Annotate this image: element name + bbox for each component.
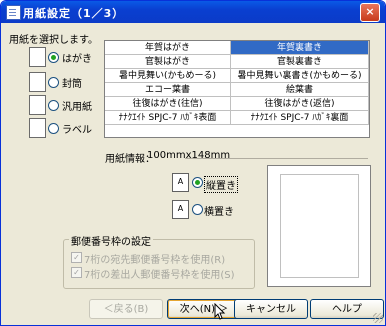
landscape-orientation-icon: A bbox=[172, 200, 189, 219]
orientation-label: 横置き bbox=[204, 207, 234, 218]
paper-info-divider bbox=[185, 158, 368, 159]
next-button[interactable]: 次へ(N) ＞ bbox=[167, 299, 241, 319]
recipient-postal-label: 7桁の宛先郵便番号枠を使用(R) bbox=[84, 255, 226, 266]
window-title: 用紙設定（1／3） bbox=[23, 7, 125, 20]
close-button[interactable]: × bbox=[360, 3, 380, 22]
plain-paper-icon bbox=[29, 95, 46, 115]
label-sheet-icon bbox=[29, 118, 46, 138]
paper-list-grid: 年賀はがき 年賀裏書き 官製はがき 官製裏書き 暑中見舞い(かもめーる) 暑中見… bbox=[104, 40, 370, 138]
sender-postal-checkbox[interactable]: ✓ bbox=[71, 267, 82, 278]
grid-cell[interactable]: 暑中見舞い(かもめーる) bbox=[105, 69, 231, 83]
postcard-icon bbox=[29, 47, 46, 67]
postal-code-group-title: 郵便番号枠の設定 bbox=[69, 233, 153, 248]
paper-setup-dialog: 用紙設定（1／3） × 用紙を選択します。 はがき 封筒 汎用紙 ラベル 年賀は… bbox=[0, 0, 386, 326]
paper-type-label: はがき bbox=[62, 54, 92, 65]
title-bar[interactable]: 用紙設定（1／3） × bbox=[1, 1, 385, 23]
grid-cell[interactable]: エコー葉書 bbox=[105, 83, 231, 97]
grid-cell[interactable]: 官製裏書き bbox=[231, 55, 369, 69]
radio-landscape[interactable] bbox=[192, 204, 203, 215]
grid-cell[interactable]: 年賀はがき bbox=[105, 41, 231, 55]
document-icon bbox=[6, 5, 21, 20]
mouse-cursor-icon bbox=[214, 303, 226, 320]
back-button[interactable]: ＜戻る(B) bbox=[89, 299, 163, 319]
envelope-icon bbox=[29, 72, 46, 92]
radio-portrait[interactable] bbox=[192, 177, 203, 188]
grid-cell[interactable]: 暑中見舞い裏書き(かもめーる) bbox=[231, 69, 369, 83]
paper-select-heading: 用紙を選択します。 bbox=[9, 35, 98, 46]
radio-label[interactable] bbox=[48, 123, 59, 134]
radio-plain-paper[interactable] bbox=[48, 100, 59, 111]
sender-postal-label: 7桁の差出人郵便番号枠を使用(S) bbox=[84, 270, 235, 281]
radio-postcard[interactable] bbox=[48, 52, 59, 63]
cancel-button[interactable]: キャンセル bbox=[234, 299, 308, 319]
recipient-postal-checkbox[interactable]: ✓ bbox=[71, 252, 82, 263]
paper-type-label: 汎用紙 bbox=[62, 102, 92, 113]
grid-cell[interactable]: 往復はがき(往信) bbox=[105, 97, 231, 111]
paper-type-label: ラベル bbox=[62, 125, 92, 136]
portrait-orientation-icon: A bbox=[172, 173, 189, 192]
radio-envelope[interactable] bbox=[48, 77, 59, 88]
grid-cell[interactable]: 官製はがき bbox=[105, 55, 231, 69]
paper-preview bbox=[267, 165, 371, 287]
grid-cell[interactable]: 往復はがき(返信) bbox=[231, 97, 369, 111]
grid-cell[interactable]: ﾅﾅｸｴｲﾄ SPJC-7 ﾊｶﾞｷ表面 bbox=[105, 111, 231, 125]
resize-grip-icon[interactable] bbox=[373, 313, 383, 323]
paper-info-value: 100mmx148mm bbox=[147, 150, 231, 161]
paper-type-label: 封筒 bbox=[62, 79, 82, 90]
grid-cell[interactable]: ﾅﾅｸｴｲﾄ SPJC-7 ﾊｶﾞｷ裏面 bbox=[231, 111, 369, 125]
preview-page bbox=[280, 174, 359, 278]
grid-cell-selected[interactable]: 年賀裏書き bbox=[231, 41, 369, 55]
grid-cell[interactable]: 絵葉書 bbox=[231, 83, 369, 97]
orientation-label: 縦置き bbox=[204, 176, 238, 193]
